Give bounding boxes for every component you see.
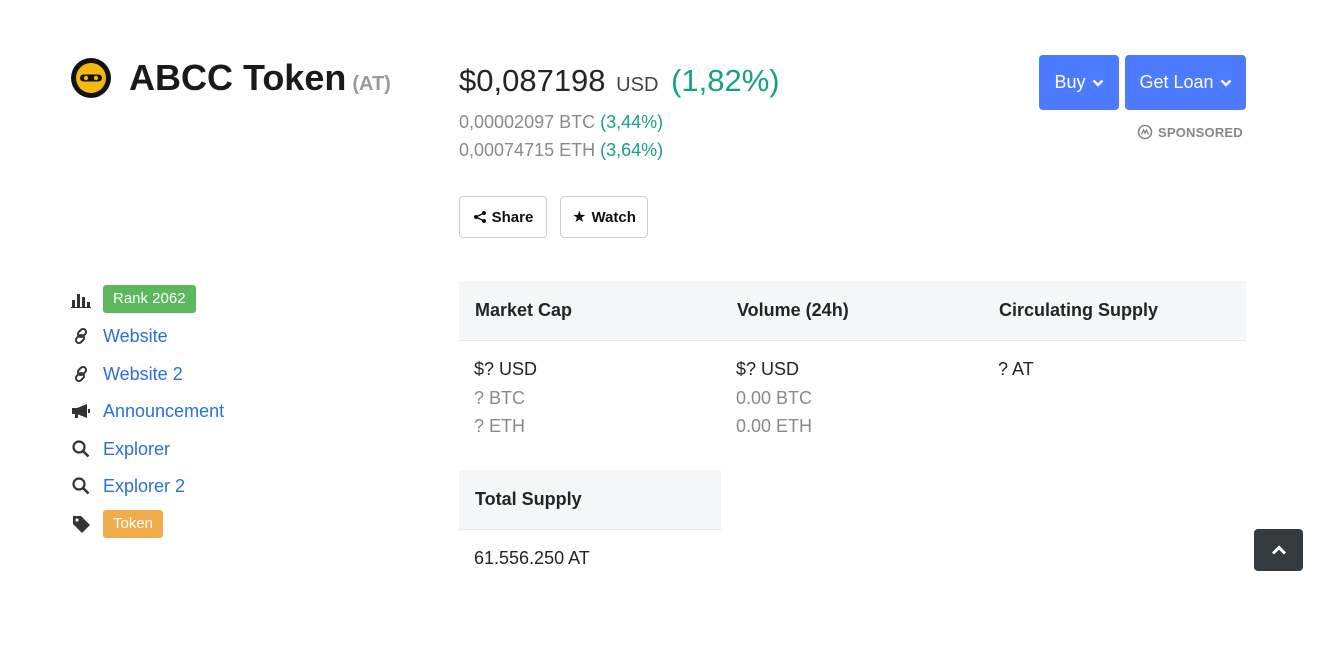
volume-eth: 0.00 ETH: [736, 416, 813, 436]
buy-label: Buy: [1054, 72, 1086, 92]
eth-price: 0,00074715 ETH: [459, 140, 596, 160]
btc-price: 0,00002097 BTC: [459, 112, 596, 132]
link-icon: [71, 364, 91, 384]
search-icon: [71, 439, 91, 459]
usd-price: $0,087198: [459, 63, 606, 98]
share-button[interactable]: Share: [459, 196, 547, 238]
chevron-up-icon: [1271, 545, 1286, 555]
watch-label: Watch: [591, 208, 636, 226]
share-label: Share: [491, 208, 534, 226]
sidebar-item-announcement[interactable]: Announcement: [71, 397, 224, 425]
market-cap-eth: ? ETH: [474, 416, 526, 436]
scroll-to-top-button[interactable]: [1254, 529, 1303, 571]
link-icon: [71, 326, 91, 346]
volume-usd: $? USD: [736, 359, 800, 379]
market-cap-usd: $? USD: [474, 359, 538, 379]
bar-chart-icon: [71, 289, 91, 309]
explorer-link[interactable]: Explorer: [103, 439, 170, 460]
buy-button[interactable]: Buy: [1039, 55, 1119, 110]
circulating-supply: ? AT: [998, 359, 1034, 379]
share-icon: [473, 211, 486, 223]
megaphone-icon: [71, 401, 91, 421]
get-loan-label: Get Loan: [1139, 72, 1214, 92]
btc-price-row: 0,00002097 BTC (3,44%): [459, 108, 780, 136]
tag-icon: [71, 514, 91, 534]
circulating-supply-header: Circulating Supply: [999, 300, 1159, 320]
sidebar-item-explorer[interactable]: Explorer: [71, 435, 170, 463]
sponsored-text: SPONSORED: [1158, 124, 1243, 140]
star-icon: ★: [572, 209, 587, 226]
price-block: $0,087198 USD (1,82%) 0,00002097 BTC (3,…: [459, 62, 780, 164]
rank-badge: Rank 2062: [103, 285, 196, 313]
get-loan-button[interactable]: Get Loan: [1125, 55, 1246, 110]
announcement-link[interactable]: Announcement: [103, 401, 224, 422]
sidebar-item-website[interactable]: Website: [71, 322, 168, 350]
sponsored-label[interactable]: SPONSORED: [1137, 124, 1243, 140]
volume-header: Volume (24h): [737, 300, 849, 320]
rank-row: Rank 2062: [71, 285, 196, 313]
chevron-down-icon: [1220, 79, 1231, 87]
website-2-link[interactable]: Website 2: [103, 364, 183, 385]
explorer-2-link[interactable]: Explorer 2: [103, 476, 185, 497]
coin-symbol: (AT): [352, 73, 391, 95]
coin-title: ABCC Token (AT): [129, 58, 391, 104]
chevron-down-icon: [1092, 79, 1103, 87]
usd-price-row: $0,087198 USD (1,82%): [459, 62, 780, 104]
usd-change: (1,82%): [671, 63, 780, 98]
btc-change: (3,44%): [600, 112, 664, 132]
coin-name: ABCC Token: [129, 57, 347, 98]
total-supply-value: 61.556.250 AT: [474, 548, 590, 568]
sponsor-logo-icon: [1137, 124, 1153, 140]
tag-row: Token: [71, 510, 164, 538]
sidebar-item-website-2[interactable]: Website 2: [71, 360, 183, 388]
market-cap-btc: ? BTC: [474, 387, 526, 408]
eth-change: (3,64%): [600, 140, 664, 160]
website-link[interactable]: Website: [103, 326, 168, 347]
volume-btc: 0.00 BTC: [736, 387, 813, 408]
eth-price-row: 0,00074715 ETH (3,64%): [459, 136, 780, 164]
sidebar-item-explorer-2[interactable]: Explorer 2: [71, 472, 185, 500]
watch-button[interactable]: ★ Watch: [560, 196, 648, 238]
stats-header: Market Cap Volume (24h) Circulating Supp…: [459, 281, 1246, 341]
usd-unit: USD: [616, 74, 659, 96]
total-supply-header: Total Supply: [459, 470, 721, 530]
circulating-values: ? AT: [998, 355, 1034, 384]
volume-values: $? USD 0.00 BTC 0.00 ETH: [736, 355, 812, 441]
total-supply-title: Total Supply: [475, 489, 582, 509]
market-cap-values: $? USD ? BTC ? ETH: [474, 355, 537, 441]
search-icon: [71, 476, 91, 496]
tag-badge: Token: [103, 510, 164, 538]
market-cap-header: Market Cap: [475, 300, 573, 320]
coin-logo-icon: [71, 58, 111, 98]
